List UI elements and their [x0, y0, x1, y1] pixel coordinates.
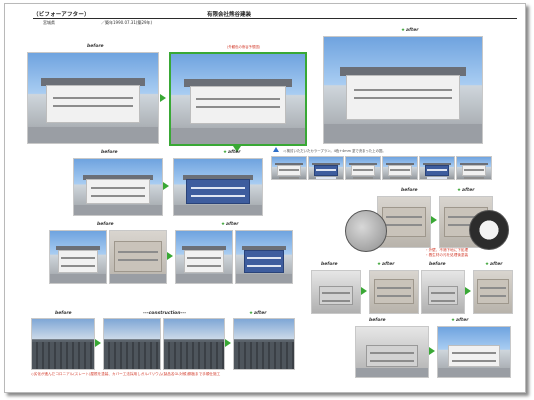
- photo-before-base: [421, 270, 465, 314]
- label-before-detail: before: [401, 188, 418, 193]
- label-after-2: ★after: [223, 150, 241, 155]
- zoom-circle-after: [469, 210, 509, 250]
- arrow-right-icon: [160, 94, 166, 102]
- photo-before-steps: [355, 326, 429, 378]
- color-plan-thumb-1: [271, 156, 307, 180]
- before-after-sheet: （ビフォーアフター） 有限会社熊谷建装 宮城県 ／築年1990.07.31(築2…: [4, 3, 526, 393]
- colorplan-note: ◁ 検討いただいたカラープラン。4色+4mm 塗で決まった上の図。: [283, 149, 386, 153]
- header-divider: [33, 18, 517, 19]
- label-after-5: ★after: [485, 262, 503, 267]
- company-name: 有限会社熊谷建装: [207, 12, 252, 18]
- label-before-5: before: [429, 262, 446, 267]
- arrow-right-icon: [95, 339, 101, 347]
- color-plan-thumb-6: [456, 156, 492, 180]
- photo-construction-1: [103, 318, 161, 370]
- color-plan-thumb-5: [419, 156, 455, 180]
- label-before-1: before: [87, 44, 104, 49]
- zoom-circle-before: [345, 210, 387, 252]
- photo-after-steps: [437, 326, 511, 378]
- label-before-6: before: [369, 318, 386, 323]
- photo-after-base: [473, 270, 513, 314]
- label-after-roof: ★after: [249, 311, 267, 316]
- arrow-right-icon: [431, 216, 437, 224]
- photo-before-exterior: [27, 52, 159, 144]
- simulation-note: (外観色の熊谷予想図): [227, 45, 261, 49]
- color-plan-thumb-4: [382, 156, 418, 180]
- photo-before-gutter: [311, 270, 361, 314]
- roof-caption: ◇劣化が進んだコロニアル(スレート)屋根を塗装、カバー工法採用しガルバリウム(製…: [31, 372, 221, 376]
- location-text: 宮城県: [43, 20, 55, 25]
- label-before-2: before: [101, 150, 118, 155]
- photo-simulation: [169, 52, 307, 146]
- label-after-detail: ★after: [457, 188, 475, 193]
- label-after-1: ★after: [401, 28, 419, 33]
- photo-after-stair: [175, 230, 233, 284]
- arrow-right-icon: [225, 339, 231, 347]
- photo-after-wall: [235, 230, 293, 284]
- arrow-up-icon: [273, 147, 279, 152]
- photo-after-side: [173, 158, 263, 216]
- arrow-right-icon: [163, 182, 169, 190]
- repair-note-2: ・養生材の汚を処理後塗装: [425, 253, 469, 257]
- photo-before-stair: [49, 230, 107, 284]
- arrow-right-icon: [465, 287, 471, 295]
- color-plan-thumb-2: [308, 156, 344, 180]
- photo-before-side: [73, 158, 163, 216]
- label-before-roof: before: [55, 311, 72, 316]
- photo-before-wall: [109, 230, 167, 284]
- arrow-right-icon: [167, 252, 173, 260]
- label-construction: ---construction---: [143, 311, 187, 316]
- label-after-4: ★after: [377, 262, 395, 267]
- label-before-4: before: [321, 262, 338, 267]
- arrow-right-icon: [429, 347, 435, 355]
- page-title: （ビフォーアフター）: [33, 12, 90, 18]
- photo-construction-2: [163, 318, 225, 370]
- label-after-6: ★after: [451, 318, 469, 323]
- label-before-3: before: [97, 222, 114, 227]
- build-year-text: ／築年1990.07.31(築29年): [101, 20, 153, 25]
- color-plan-thumb-3: [345, 156, 381, 180]
- photo-after-exterior: [323, 36, 483, 144]
- photo-after-roof: [233, 318, 295, 370]
- photo-after-gutter: [369, 270, 419, 314]
- arrow-right-icon: [361, 287, 367, 295]
- label-after-3: ★after: [221, 222, 239, 227]
- photo-before-roof: [31, 318, 95, 370]
